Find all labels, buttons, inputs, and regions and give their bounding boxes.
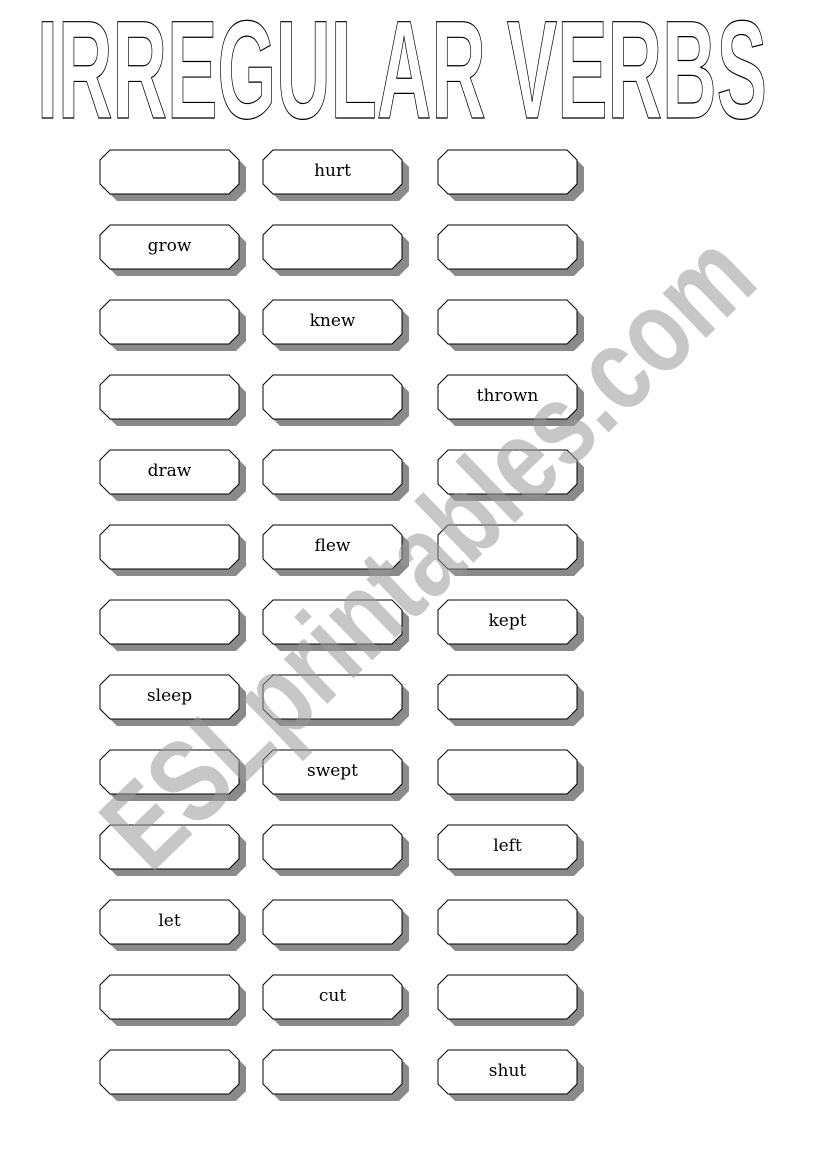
answer-blank[interactable] xyxy=(263,600,402,644)
answer-blank[interactable] xyxy=(438,900,577,944)
verb-label: shut xyxy=(488,1061,527,1081)
blank-verb-box[interactable] xyxy=(262,374,409,426)
blank-verb-box[interactable] xyxy=(437,749,584,801)
blank-verb-box[interactable] xyxy=(437,449,584,501)
verb-box: draw xyxy=(99,449,246,501)
verb-label: left xyxy=(493,836,522,856)
answer-blank[interactable] xyxy=(438,525,577,569)
blank-verb-box[interactable] xyxy=(262,599,409,651)
verb-box: swept xyxy=(262,749,409,801)
verb-label: flew xyxy=(314,536,351,556)
answer-blank[interactable] xyxy=(438,300,577,344)
blank-verb-box[interactable] xyxy=(437,299,584,351)
blank-verb-box[interactable] xyxy=(99,299,246,351)
answer-blank[interactable] xyxy=(100,825,239,869)
answer-blank[interactable] xyxy=(263,1050,402,1094)
verb-box: shut xyxy=(437,1049,584,1101)
verb-box: sleep xyxy=(99,674,246,726)
verb-label: hurt xyxy=(314,161,351,181)
blank-verb-box[interactable] xyxy=(437,674,584,726)
answer-blank[interactable] xyxy=(100,750,239,794)
answer-blank[interactable] xyxy=(438,150,577,194)
answer-blank[interactable] xyxy=(100,150,239,194)
verb-label: draw xyxy=(147,461,192,481)
blank-verb-box[interactable] xyxy=(437,149,584,201)
verb-box: grow xyxy=(99,224,246,276)
blank-verb-box[interactable] xyxy=(262,674,409,726)
verb-grid: hurt grow knew thrown draw flew kept sleep swept… xyxy=(0,0,826,1169)
blank-verb-box[interactable] xyxy=(99,599,246,651)
blank-verb-box[interactable] xyxy=(437,974,584,1026)
verb-label: kept xyxy=(488,611,527,631)
verb-label: grow xyxy=(147,236,192,256)
answer-blank[interactable] xyxy=(263,450,402,494)
answer-blank[interactable] xyxy=(438,675,577,719)
blank-verb-box[interactable] xyxy=(99,374,246,426)
blank-verb-box[interactable] xyxy=(262,224,409,276)
blank-verb-box[interactable] xyxy=(262,1049,409,1101)
blank-verb-box[interactable] xyxy=(262,899,409,951)
answer-blank[interactable] xyxy=(438,450,577,494)
verb-box: knew xyxy=(262,299,409,351)
answer-blank[interactable] xyxy=(100,300,239,344)
answer-blank[interactable] xyxy=(263,825,402,869)
verb-box: let xyxy=(99,899,246,951)
blank-verb-box[interactable] xyxy=(99,974,246,1026)
blank-verb-box[interactable] xyxy=(99,749,246,801)
answer-blank[interactable] xyxy=(100,375,239,419)
blank-verb-box[interactable] xyxy=(437,224,584,276)
blank-verb-box[interactable] xyxy=(262,449,409,501)
blank-verb-box[interactable] xyxy=(99,149,246,201)
verb-box: kept xyxy=(437,599,584,651)
verb-label: thrown xyxy=(476,386,539,406)
answer-blank[interactable] xyxy=(263,225,402,269)
verb-box: thrown xyxy=(437,374,584,426)
answer-blank[interactable] xyxy=(100,1050,239,1094)
verb-label: cut xyxy=(318,986,347,1006)
blank-verb-box[interactable] xyxy=(99,524,246,576)
blank-verb-box[interactable] xyxy=(99,1049,246,1101)
blank-verb-box[interactable] xyxy=(262,824,409,876)
blank-verb-box[interactable] xyxy=(437,899,584,951)
verb-label: let xyxy=(158,911,181,931)
answer-blank[interactable] xyxy=(263,900,402,944)
verb-box: cut xyxy=(262,974,409,1026)
answer-blank[interactable] xyxy=(263,675,402,719)
answer-blank[interactable] xyxy=(438,975,577,1019)
answer-blank[interactable] xyxy=(438,750,577,794)
blank-verb-box[interactable] xyxy=(437,524,584,576)
answer-blank[interactable] xyxy=(100,600,239,644)
blank-verb-box[interactable] xyxy=(99,824,246,876)
verb-box: left xyxy=(437,824,584,876)
verb-label: knew xyxy=(309,311,356,331)
verb-label: sleep xyxy=(146,686,193,706)
answer-blank[interactable] xyxy=(100,975,239,1019)
answer-blank[interactable] xyxy=(438,225,577,269)
verb-box: flew xyxy=(262,524,409,576)
answer-blank[interactable] xyxy=(263,375,402,419)
verb-label: swept xyxy=(306,761,359,781)
verb-box: hurt xyxy=(262,149,409,201)
answer-blank[interactable] xyxy=(100,525,239,569)
